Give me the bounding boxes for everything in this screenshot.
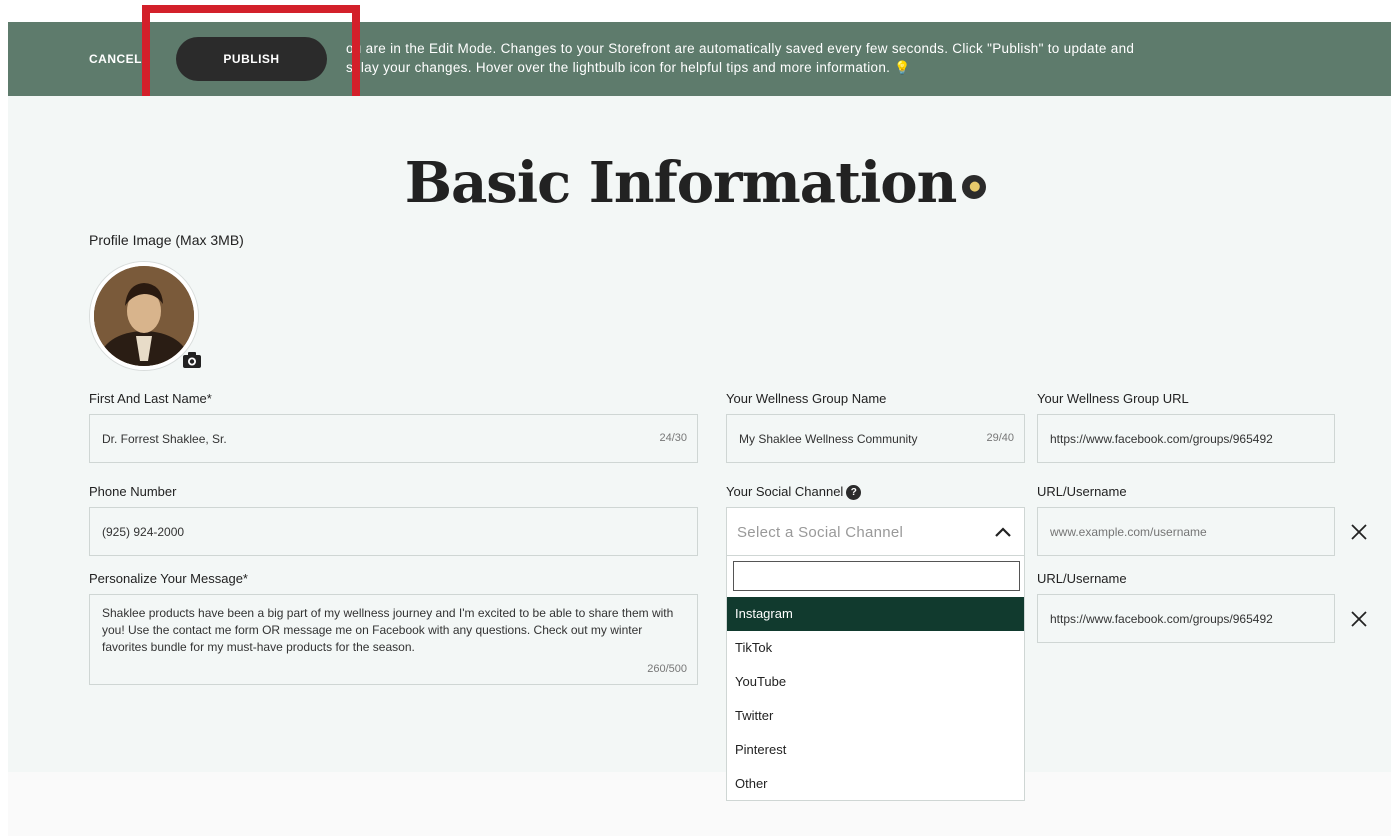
message-textarea[interactable]: Shaklee products have been a big part of… — [90, 595, 697, 684]
social-channel-label-text: Your Social Channel — [726, 484, 844, 499]
group-url-input[interactable] — [1038, 415, 1334, 462]
avatar-portrait — [94, 266, 194, 366]
phone-input[interactable] — [90, 508, 697, 555]
close-icon[interactable] — [1349, 609, 1369, 629]
message-label: Personalize Your Message* — [89, 571, 248, 586]
social-channel-dropdown: Instagram TikTok YouTube Twitter Pintere… — [726, 556, 1025, 801]
url-username-label-1: URL/Username — [1037, 484, 1127, 499]
cancel-button[interactable]: CANCEL — [89, 52, 142, 66]
group-url-field — [1037, 414, 1335, 463]
storefront-editor: CANCEL PUBLISH ou are in the Edit Mode. … — [0, 0, 1391, 836]
social-channel-select[interactable]: Select a Social Channel — [726, 507, 1025, 556]
edit-mode-message-line-2-text: splay your changes. Hover over the light… — [346, 60, 891, 75]
name-counter: 24/30 — [659, 432, 687, 444]
close-icon[interactable] — [1349, 522, 1369, 542]
edit-mode-message-line-2: splay your changes. Hover over the light… — [346, 58, 1306, 77]
name-field: 24/30 — [89, 414, 698, 463]
social-channel-label: Your Social Channel? — [726, 484, 862, 501]
dropdown-option-other[interactable]: Other — [727, 767, 1024, 801]
dropdown-option-youtube[interactable]: YouTube — [727, 665, 1024, 699]
group-name-field: 29/40 — [726, 414, 1025, 463]
phone-field — [89, 507, 698, 556]
url-username-input-1[interactable] — [1038, 508, 1334, 555]
dropdown-option-tiktok[interactable]: TikTok — [727, 631, 1024, 665]
message-field: Shaklee products have been a big part of… — [89, 594, 698, 685]
lightbulb-icon[interactable]: ● — [962, 175, 987, 200]
phone-label: Phone Number — [89, 484, 177, 499]
url-username-input-2[interactable] — [1038, 595, 1334, 642]
dropdown-option-twitter[interactable]: Twitter — [727, 699, 1024, 733]
social-channel-placeholder: Select a Social Channel — [737, 524, 904, 541]
group-url-label: Your Wellness Group URL — [1037, 391, 1189, 406]
name-input[interactable] — [90, 415, 697, 462]
profile-image-label: Profile Image (Max 3MB) — [89, 232, 244, 248]
edit-mode-bar: CANCEL PUBLISH ou are in the Edit Mode. … — [8, 22, 1391, 96]
lightbulb-icon[interactable]: 💡 — [894, 60, 911, 75]
group-name-label: Your Wellness Group Name — [726, 391, 887, 406]
group-name-counter: 29/40 — [986, 432, 1014, 444]
footer-strip — [8, 772, 1391, 836]
page-title: Basic Information ● — [0, 150, 1391, 216]
url-username-label-2: URL/Username — [1037, 571, 1127, 586]
url-username-field-1 — [1037, 507, 1335, 556]
question-circle-icon[interactable]: ? — [846, 485, 862, 501]
edit-mode-message: ou are in the Edit Mode. Changes to your… — [346, 39, 1306, 77]
name-label: First And Last Name* — [89, 391, 212, 406]
edit-mode-message-line-1: ou are in the Edit Mode. Changes to your… — [346, 41, 1135, 56]
chevron-up-icon — [995, 527, 1011, 537]
social-channel-search-input[interactable] — [733, 561, 1020, 591]
message-counter: 260/500 — [647, 663, 687, 675]
dropdown-option-pinterest[interactable]: Pinterest — [727, 733, 1024, 767]
page-title-text: Basic Information — [404, 150, 958, 216]
url-username-field-2 — [1037, 594, 1335, 643]
camera-icon[interactable] — [182, 351, 202, 369]
group-name-input[interactable] — [727, 415, 1024, 462]
dropdown-option-instagram[interactable]: Instagram — [727, 597, 1024, 631]
publish-button[interactable]: PUBLISH — [176, 37, 327, 81]
